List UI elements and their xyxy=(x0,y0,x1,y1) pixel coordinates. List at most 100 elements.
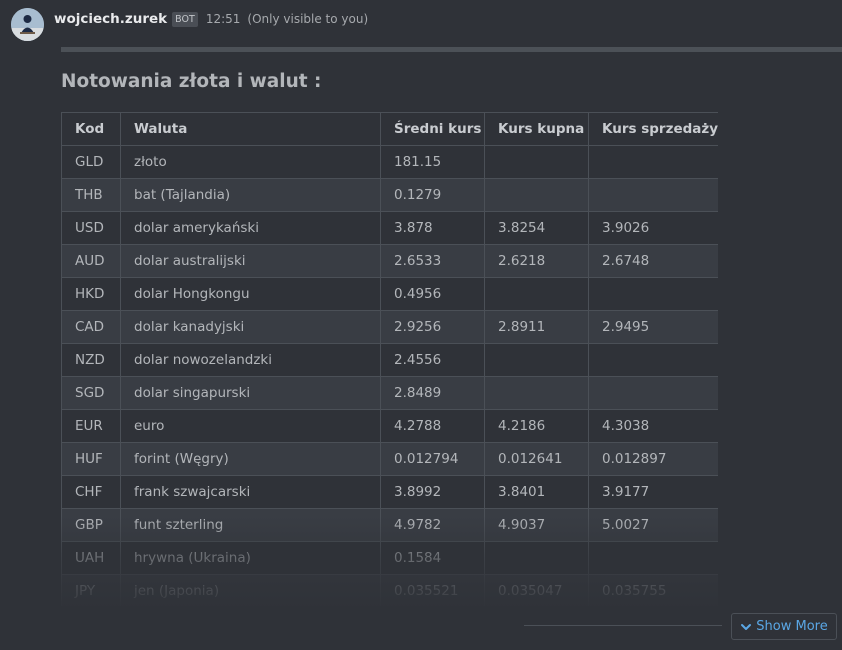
visibility-note: (Only visible to you) xyxy=(247,12,369,26)
cell-kurs-sprzedazy xyxy=(588,541,718,575)
table-row: NZD dolar nowozelandzki 2.4556 xyxy=(61,343,718,377)
cell-kurs-kupna: 4.2186 xyxy=(484,409,589,443)
show-more-button[interactable]: Show More xyxy=(731,613,837,640)
cell-kod: CAD xyxy=(61,310,121,344)
cell-kurs-kupna: 2.6218 xyxy=(484,244,589,278)
table-row: UAH hrywna (Ukraina) 0.1584 xyxy=(61,541,718,575)
column-header-kurs-kupna: Kurs kupna xyxy=(484,112,589,146)
cell-sredni-kurs: 3.8992 xyxy=(380,475,485,509)
cell-kurs-kupna xyxy=(484,343,589,377)
cell-sredni-kurs: 0.4956 xyxy=(380,277,485,311)
cell-kurs-kupna: 0.012641 xyxy=(484,442,589,476)
cell-kurs-sprzedazy: 3.9026 xyxy=(588,211,718,245)
cell-kod: GBP xyxy=(61,508,121,542)
attachment-title: Notowania złota i walut : xyxy=(61,71,322,92)
column-header-kurs-sprzedazy: Kurs sprzedaży xyxy=(588,112,718,146)
cell-kod: CHF xyxy=(61,475,121,509)
cell-kod: USD xyxy=(61,211,121,245)
cell-kurs-kupna xyxy=(484,541,589,575)
cell-kod: EUR xyxy=(61,409,121,443)
cell-kurs-kupna xyxy=(484,145,589,179)
cell-kurs-sprzedazy: 2.9495 xyxy=(588,310,718,344)
rates-table-container: Kod Waluta Średni kurs Kurs kupna Kurs s… xyxy=(61,112,718,606)
bot-badge: BOT xyxy=(172,11,198,27)
cell-waluta: bat (Tajlandia) xyxy=(120,178,381,212)
column-header-sredni-kurs: Średni kurs xyxy=(380,112,485,146)
attachment-border xyxy=(61,47,842,52)
cell-waluta: dolar amerykański xyxy=(120,211,381,245)
cell-waluta: dolar kanadyjski xyxy=(120,310,381,344)
cell-sredni-kurs: 2.8489 xyxy=(380,376,485,410)
cell-kurs-sprzedazy xyxy=(588,277,718,311)
cell-kurs-sprzedazy: 2.6748 xyxy=(588,244,718,278)
cell-sredni-kurs: 0.035521 xyxy=(380,574,485,606)
cell-kurs-kupna xyxy=(484,178,589,212)
cell-waluta: dolar singapurski xyxy=(120,376,381,410)
cell-kurs-kupna: 3.8254 xyxy=(484,211,589,245)
post-time[interactable]: 12:51 xyxy=(206,12,241,26)
cell-waluta: dolar australijski xyxy=(120,244,381,278)
cell-sredni-kurs: 4.2788 xyxy=(380,409,485,443)
avatar[interactable] xyxy=(11,8,44,41)
chevron-down-icon xyxy=(741,623,752,630)
table-row: JPY jen (Japonia) 0.035521 0.035047 0.035755 xyxy=(61,574,718,606)
cell-sredni-kurs: 4.9782 xyxy=(380,508,485,542)
cell-kurs-sprzedazy: 3.9177 xyxy=(588,475,718,509)
cell-kurs-kupna: 2.8911 xyxy=(484,310,589,344)
table-row: EUR euro 4.2788 4.2186 4.3038 xyxy=(61,409,718,443)
show-more-divider xyxy=(524,625,722,626)
cell-sredni-kurs: 3.878 xyxy=(380,211,485,245)
cell-kurs-sprzedazy xyxy=(588,178,718,212)
cell-kod: SGD xyxy=(61,376,121,410)
cell-kod: HKD xyxy=(61,277,121,311)
cell-kurs-kupna xyxy=(484,277,589,311)
cell-kod: GLD xyxy=(61,145,121,179)
table-row: USD dolar amerykański 3.878 3.8254 3.9026 xyxy=(61,211,718,245)
cell-kurs-sprzedazy: 0.035755 xyxy=(588,574,718,606)
table-row: THB bat (Tajlandia) 0.1279 xyxy=(61,178,718,212)
cell-waluta: jen (Japonia) xyxy=(120,574,381,606)
cell-sredni-kurs: 2.9256 xyxy=(380,310,485,344)
cell-waluta: hrywna (Ukraina) xyxy=(120,541,381,575)
cell-waluta: forint (Węgry) xyxy=(120,442,381,476)
cell-kod: AUD xyxy=(61,244,121,278)
table-row: CAD dolar kanadyjski 2.9256 2.8911 2.9495 xyxy=(61,310,718,344)
cell-waluta: frank szwajcarski xyxy=(120,475,381,509)
avatar-image xyxy=(11,8,44,41)
message-post: wojciech.zurek BOT 12:51 (Only visible t… xyxy=(0,0,842,650)
cell-kod: JPY xyxy=(61,574,121,606)
cell-kurs-sprzedazy xyxy=(588,376,718,410)
cell-kurs-kupna: 0.035047 xyxy=(484,574,589,606)
table-row: CHF frank szwajcarski 3.8992 3.8401 3.9177 xyxy=(61,475,718,509)
cell-kod: HUF xyxy=(61,442,121,476)
cell-waluta: dolar Hongkongu xyxy=(120,277,381,311)
cell-sredni-kurs: 0.1279 xyxy=(380,178,485,212)
cell-waluta: złoto xyxy=(120,145,381,179)
cell-kod: THB xyxy=(61,178,121,212)
table-header-row: Kod Waluta Średni kurs Kurs kupna Kurs s… xyxy=(61,112,718,146)
cell-waluta: euro xyxy=(120,409,381,443)
cell-sredni-kurs: 2.4556 xyxy=(380,343,485,377)
cell-kurs-kupna xyxy=(484,376,589,410)
cell-kurs-kupna: 3.8401 xyxy=(484,475,589,509)
table-row: GBP funt szterling 4.9782 4.9037 5.0027 xyxy=(61,508,718,542)
table-row: GLD złoto 181.15 xyxy=(61,145,718,179)
cell-kurs-kupna: 4.9037 xyxy=(484,508,589,542)
cell-waluta: funt szterling xyxy=(120,508,381,542)
cell-sredni-kurs: 2.6533 xyxy=(380,244,485,278)
username[interactable]: wojciech.zurek xyxy=(54,11,167,27)
cell-kurs-sprzedazy xyxy=(588,145,718,179)
table-row: HUF forint (Węgry) 0.012794 0.012641 0.01289… xyxy=(61,442,718,476)
column-header-kod: Kod xyxy=(61,112,121,146)
cell-kurs-sprzedazy xyxy=(588,343,718,377)
cell-sredni-kurs: 0.012794 xyxy=(380,442,485,476)
show-more-label: Show More xyxy=(756,619,828,634)
table-row: AUD dolar australijski 2.6533 2.6218 2.6748 xyxy=(61,244,718,278)
cell-kurs-sprzedazy: 5.0027 xyxy=(588,508,718,542)
column-header-waluta: Waluta xyxy=(120,112,381,146)
rates-table: Kod Waluta Średni kurs Kurs kupna Kurs s… xyxy=(61,112,718,606)
cell-kod: NZD xyxy=(61,343,121,377)
cell-kurs-sprzedazy: 0.012897 xyxy=(588,442,718,476)
table-row: HKD dolar Hongkongu 0.4956 xyxy=(61,277,718,311)
table-row: SGD dolar singapurski 2.8489 xyxy=(61,376,718,410)
